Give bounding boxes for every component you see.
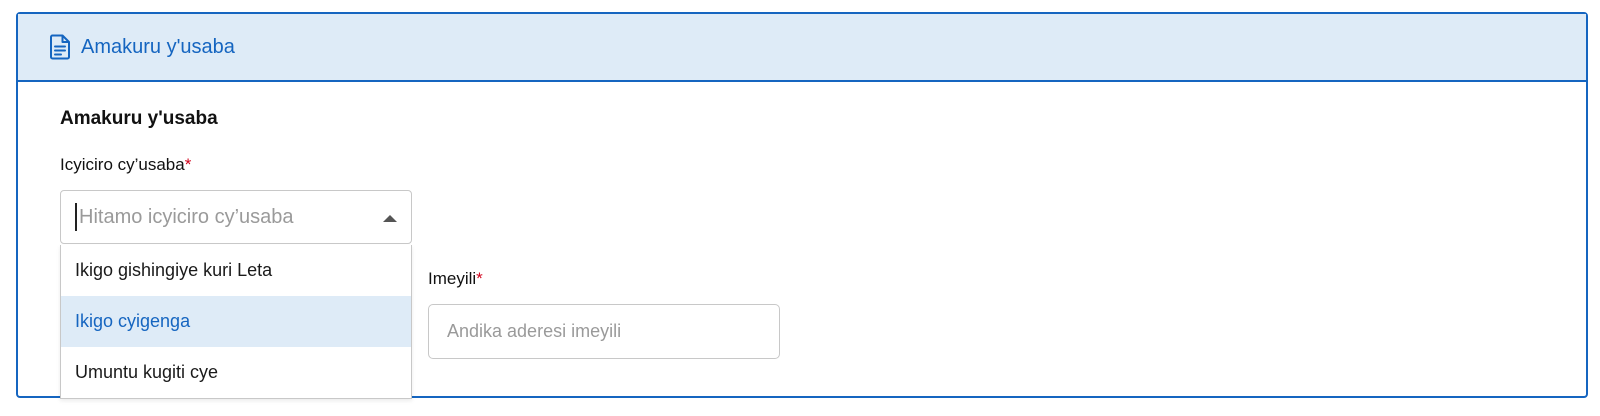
document-icon	[48, 34, 72, 60]
required-mark: *	[184, 155, 192, 174]
email-label-text: Imeyili	[428, 269, 477, 288]
email-input[interactable]	[428, 304, 780, 359]
applicant-category-select[interactable]: Hitamo icyiciro cy’usaba	[60, 190, 412, 244]
dropdown-option-private-institution[interactable]: Ikigo cyigenga	[61, 296, 411, 347]
section-title: Amakuru y'usaba	[60, 108, 218, 129]
dropdown-option-individual[interactable]: Umuntu kugiti cye	[61, 347, 411, 398]
applicant-info-card: Amakuru y'usaba Amakuru y'usaba Icyiciro…	[16, 12, 1588, 399]
card-header: Amakuru y'usaba	[18, 14, 1586, 82]
card-title: Amakuru y'usaba	[81, 35, 235, 58]
applicant-category-dropdown: Ikigo gishingiye kuri Leta Ikigo cyigeng…	[60, 245, 412, 399]
text-cursor	[75, 203, 77, 231]
applicant-category-label-text: Icyiciro cy’usaba	[60, 155, 185, 174]
applicant-category-label: Icyiciro cy’usaba*	[60, 155, 191, 175]
required-mark: *	[476, 269, 483, 288]
applicant-category-placeholder: Hitamo icyiciro cy’usaba	[79, 205, 294, 228]
dropdown-option-public-institution[interactable]: Ikigo gishingiye kuri Leta	[61, 245, 411, 296]
email-label: Imeyili*	[428, 269, 483, 289]
chevron-up-icon[interactable]	[383, 215, 397, 222]
